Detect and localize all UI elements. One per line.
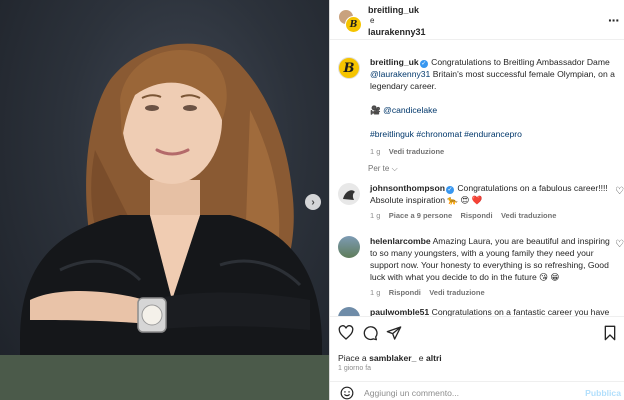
reply-button[interactable]: Rispondi (389, 288, 421, 297)
chevron-down-icon: ⌵ (391, 164, 398, 173)
caption-text-1: Congratulations to Breitling Ambassador … (428, 57, 610, 67)
portrait-illustration (0, 43, 329, 400)
comment-time[interactable]: 1 g (370, 288, 380, 297)
comment-username[interactable]: johnsonthompson (370, 183, 445, 193)
comment-username[interactable]: helenlarcombe (370, 236, 431, 246)
caption-username[interactable]: breitling_uk (370, 57, 419, 67)
comment-time[interactable]: 1 g (370, 211, 380, 220)
post-header: B breitling_uk e laurakenny31 ··· (330, 0, 624, 40)
post-timestamp[interactable]: 1 giorno fa (338, 365, 371, 372)
verified-badge-icon: ✓ (445, 186, 454, 194)
post-actions-bar: Piace a samblaker_ e altri 1 giorno fa A… (330, 316, 624, 400)
likes-summary[interactable]: Piace a samblaker_ e altri (338, 353, 442, 363)
comment-input[interactable]: Aggiungi un commento... (364, 388, 459, 398)
comment-item: paulwomble51 Congratulations on a fantas… (338, 306, 620, 316)
likes-username[interactable]: samblaker_ (369, 353, 416, 363)
comment-avatar[interactable] (338, 183, 360, 205)
comment-avatar[interactable] (338, 307, 360, 316)
camera-emoji-icon: 🎥 (370, 105, 381, 115)
post-side-panel: B breitling_uk e laurakenny31 ··· B brei… (329, 0, 624, 400)
emoji-icon[interactable] (340, 386, 354, 400)
heart-icon[interactable] (338, 325, 354, 341)
more-options-icon[interactable]: ··· (608, 12, 620, 28)
see-all-label: Per te (368, 164, 390, 173)
see-all-comments-link[interactable]: Per te ⌵ (368, 164, 398, 174)
comment-heart-icon[interactable]: ♡ (615, 239, 624, 250)
comment-icon[interactable] (362, 325, 378, 341)
caption-mention[interactable]: @laurakenny31 (370, 69, 430, 79)
credit-mention[interactable]: @candicelake (383, 105, 437, 115)
post-photo[interactable]: › (0, 0, 329, 400)
collab-avatars[interactable]: B (338, 9, 362, 33)
caption-time[interactable]: 1 g (370, 147, 380, 156)
header-username-2[interactable]: laurakenny31 (368, 27, 426, 37)
see-translation-link[interactable]: Vedi traduzione (429, 288, 484, 297)
add-comment-row: Aggiungi un commento... Pubblica (330, 381, 624, 400)
comment-username[interactable]: paulwomble51 (370, 307, 429, 316)
see-translation-link[interactable]: Vedi traduzione (389, 147, 444, 156)
comment-heart-icon[interactable]: ♡ (615, 186, 624, 197)
header-username-1[interactable]: breitling_uk (368, 5, 419, 15)
likes-prefix: Piace a (338, 353, 370, 363)
header-conjunction: e (370, 16, 375, 25)
caption-avatar[interactable]: B (338, 57, 360, 79)
see-translation-link[interactable]: Vedi traduzione (501, 211, 556, 220)
share-icon[interactable] (386, 325, 402, 341)
brand-avatar: B (345, 16, 362, 33)
verified-badge-icon: ✓ (419, 60, 428, 68)
likes-others[interactable]: altri (426, 353, 442, 363)
comment-text: Congratulations on a fantastic career yo… (429, 307, 610, 316)
likes-mid: e (416, 353, 426, 363)
next-photo-chevron-right-icon[interactable]: › (305, 194, 321, 210)
publish-button[interactable]: Pubblica (585, 388, 621, 398)
bookmark-icon[interactable] (602, 325, 618, 341)
caption-hashtags[interactable]: #breitlinguk #chronomat #endurancepro (370, 128, 620, 140)
comment-likes[interactable]: Piace a 9 persone (389, 211, 452, 220)
comment-avatar[interactable] (338, 236, 360, 258)
reply-button[interactable]: Rispondi (461, 211, 493, 220)
